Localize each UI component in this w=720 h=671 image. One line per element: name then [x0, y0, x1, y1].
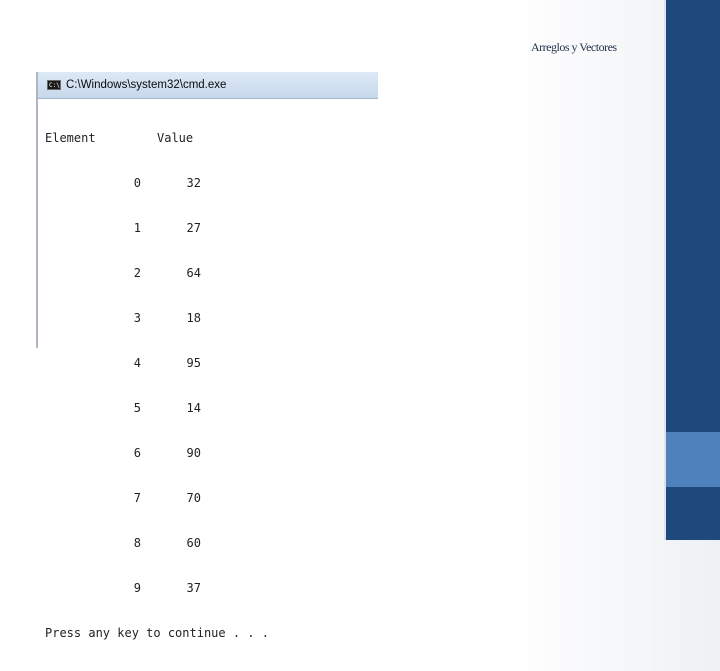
- value-cell: 64: [186, 266, 201, 280]
- element-header: Element: [45, 131, 96, 145]
- element-cell: 7: [133, 491, 141, 505]
- element-cell: 2: [133, 266, 141, 280]
- window-title: C:\Windows\system32\cmd.exe: [66, 79, 227, 91]
- element-cell: 6: [133, 446, 141, 460]
- slide-title: Arreglos y Vectores: [531, 40, 617, 54]
- continue-prompt: Press any key to continue . . .: [45, 626, 269, 640]
- decorative-sidebar-accent: [666, 432, 720, 487]
- value-cell: 18: [186, 311, 201, 325]
- element-cell: 9: [133, 581, 141, 595]
- console-row: 7 70: [45, 491, 378, 506]
- console-row: 2 64: [45, 266, 378, 281]
- element-cell: 8: [133, 536, 141, 550]
- console-row: 0 32: [45, 176, 378, 191]
- element-cell: 1: [133, 221, 141, 235]
- value-cell: 27: [186, 221, 201, 235]
- value-header: Value: [157, 131, 194, 145]
- console-row: 4 95: [45, 356, 378, 371]
- cmd-window[interactable]: C:\ C:\Windows\system32\cmd.exe Element …: [36, 72, 378, 640]
- console-row: 3 18: [45, 311, 378, 326]
- cmd-icon: C:\: [47, 80, 61, 90]
- element-cell: 0: [133, 176, 141, 190]
- element-cell: 3: [133, 311, 141, 325]
- value-cell: 32: [186, 176, 201, 190]
- console-row: 9 37: [45, 581, 378, 596]
- value-cell: 60: [186, 536, 201, 550]
- console-header-row: Element Value: [45, 131, 378, 146]
- element-cell: 4: [133, 356, 141, 370]
- console-row: 1 27: [45, 221, 378, 236]
- console-row: 8 60: [45, 536, 378, 551]
- console-output: Element Value 0 32 1 27 2 64 3 18 4 95 5 14 6 9…: [38, 99, 378, 671]
- console-row: 5 14: [45, 401, 378, 416]
- element-cell: 5: [133, 401, 141, 415]
- value-cell: 14: [186, 401, 201, 415]
- value-cell: 70: [186, 491, 201, 505]
- window-titlebar[interactable]: C:\ C:\Windows\system32\cmd.exe: [38, 72, 378, 99]
- value-cell: 90: [186, 446, 201, 460]
- console-prompt-row: Press any key to continue . . .: [45, 626, 378, 641]
- value-cell: 95: [186, 356, 201, 370]
- console-row: 6 90: [45, 446, 378, 461]
- value-cell: 37: [186, 581, 201, 595]
